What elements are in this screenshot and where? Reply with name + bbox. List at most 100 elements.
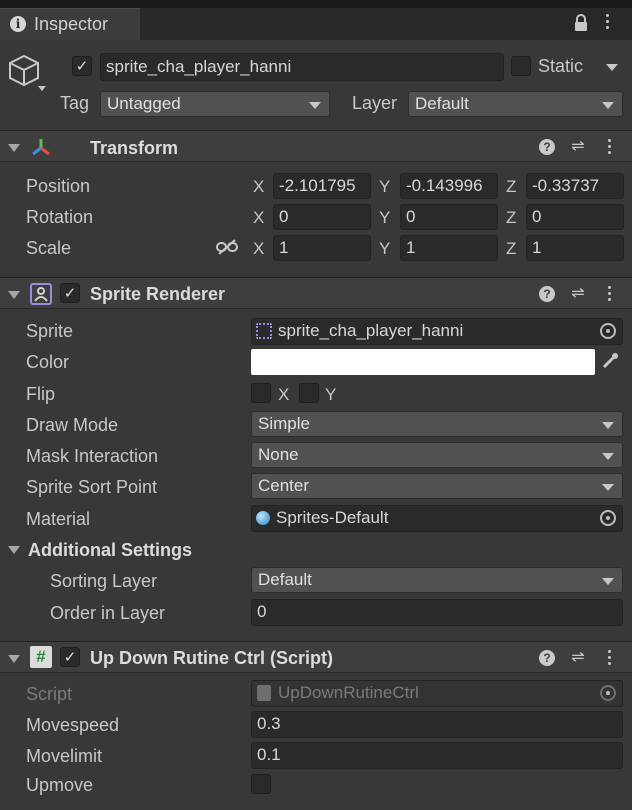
tab-menu-icon[interactable] xyxy=(606,14,610,30)
flip-y-checkbox[interactable] xyxy=(299,383,319,403)
axis-z-label[interactable]: Z xyxy=(506,177,516,197)
material-sphere-icon xyxy=(256,511,270,525)
movespeed-field[interactable]: 0.3 xyxy=(251,711,623,738)
eyedropper-icon[interactable] xyxy=(600,351,620,371)
axis-x-label[interactable]: X xyxy=(253,239,264,259)
lock-icon[interactable] xyxy=(573,14,589,32)
mask-interaction-label: Mask Interaction xyxy=(26,446,159,466)
chevron-down-icon xyxy=(602,484,614,491)
flip-label: Flip xyxy=(26,384,56,404)
position-label: Position xyxy=(26,176,91,196)
position-z-field[interactable]: -0.33737 xyxy=(526,173,624,199)
material-value: Sprites-Default xyxy=(276,508,389,527)
static-dropdown-icon[interactable] xyxy=(606,64,618,71)
transform-icon xyxy=(30,136,52,158)
axis-z-label[interactable]: Z xyxy=(506,208,516,228)
window-top-strip xyxy=(0,0,632,8)
mask-interaction-value: None xyxy=(258,445,299,464)
scale-x-field[interactable]: 1 xyxy=(273,235,371,261)
presets-icon[interactable]: ⇌ xyxy=(569,649,587,667)
info-icon: i xyxy=(10,16,26,32)
flip-x-label: X xyxy=(278,385,290,404)
script-file-icon xyxy=(257,685,271,701)
presets-icon[interactable]: ⇌ xyxy=(569,138,587,156)
object-picker-icon[interactable] xyxy=(600,510,616,526)
sorting-layer-dropdown[interactable]: Default xyxy=(251,567,623,593)
sprite-renderer-enabled-checkbox[interactable]: ✓ xyxy=(60,283,80,303)
additional-settings-title[interactable]: Additional Settings xyxy=(28,540,192,561)
presets-icon[interactable]: ⇌ xyxy=(569,285,587,303)
gameobject-icon xyxy=(8,52,48,92)
sprite-sort-point-label: Sprite Sort Point xyxy=(26,477,158,497)
position-y-field[interactable]: -0.143996 xyxy=(400,173,498,199)
active-checkbox[interactable]: ✓ xyxy=(72,56,92,76)
axis-y-label[interactable]: Y xyxy=(379,177,390,197)
chevron-down-icon xyxy=(602,578,614,585)
axis-z-label[interactable]: Z xyxy=(506,239,516,259)
sprite-label: Sprite xyxy=(26,321,74,341)
rotation-x-field[interactable]: 0 xyxy=(273,204,371,230)
axis-y-label[interactable]: Y xyxy=(379,239,390,259)
movelimit-field[interactable]: 0.1 xyxy=(251,742,623,769)
position-x-field[interactable]: -2.101795 xyxy=(273,173,371,199)
help-icon[interactable]: ? xyxy=(539,139,555,155)
chevron-down-icon xyxy=(602,102,614,109)
static-checkbox[interactable] xyxy=(511,56,531,76)
script-label: Script xyxy=(26,684,73,704)
layer-value: Default xyxy=(415,94,469,113)
script-component-fold-icon[interactable] xyxy=(8,655,20,663)
sorting-layer-value: Default xyxy=(258,570,312,589)
component-menu-icon[interactable] xyxy=(608,286,612,302)
tag-dropdown[interactable]: Untagged xyxy=(100,91,330,117)
help-icon[interactable]: ? xyxy=(539,650,555,666)
component-menu-icon[interactable] xyxy=(608,650,612,666)
movelimit-label: Movelimit xyxy=(26,746,103,766)
upmove-checkbox[interactable] xyxy=(251,774,271,794)
layer-label: Layer xyxy=(352,93,398,113)
transform-fold-icon[interactable] xyxy=(8,144,20,152)
object-name-field[interactable]: sprite_cha_player_hanni xyxy=(100,53,504,81)
rotation-y-field[interactable]: 0 xyxy=(400,204,498,230)
additional-settings-fold-icon[interactable] xyxy=(8,546,20,554)
script-enabled-checkbox[interactable]: ✓ xyxy=(60,647,80,667)
rotation-z-field[interactable]: 0 xyxy=(526,204,624,230)
scale-label: Scale xyxy=(26,238,72,258)
color-label: Color xyxy=(26,352,70,372)
component-menu-icon[interactable] xyxy=(608,139,612,155)
help-icon[interactable]: ? xyxy=(539,286,555,302)
sorting-layer-label: Sorting Layer xyxy=(50,571,158,591)
axis-x-label[interactable]: X xyxy=(253,177,264,197)
draw-mode-dropdown[interactable]: Simple xyxy=(251,411,623,437)
flip-y-label: Y xyxy=(325,385,337,404)
object-picker-icon xyxy=(600,685,616,701)
axis-x-label[interactable]: X xyxy=(253,208,264,228)
script-component-title: Up Down Rutine Ctrl (Script) xyxy=(90,648,333,668)
script-hash-icon: # xyxy=(30,646,52,668)
tag-value: Untagged xyxy=(107,94,181,113)
script-object-field: UpDownRutineCtrl xyxy=(251,680,623,707)
flip-x-checkbox[interactable] xyxy=(251,383,271,403)
sprite-object-field[interactable]: sprite_cha_player_hanni xyxy=(251,318,623,345)
axis-y-label[interactable]: Y xyxy=(379,208,390,228)
object-picker-icon[interactable] xyxy=(600,323,616,339)
chevron-down-icon xyxy=(602,453,614,460)
layer-dropdown[interactable]: Default xyxy=(408,91,623,117)
rotation-label: Rotation xyxy=(26,207,94,227)
script-value: UpDownRutineCtrl xyxy=(278,683,419,702)
scale-y-field[interactable]: 1 xyxy=(400,235,498,261)
tag-label: Tag xyxy=(60,93,90,113)
scale-z-field[interactable]: 1 xyxy=(526,235,624,261)
order-in-layer-field[interactable]: 0 xyxy=(251,599,623,626)
sprite-renderer-title: Sprite Renderer xyxy=(90,284,226,304)
material-label: Material xyxy=(26,509,91,529)
unlinked-scale-icon[interactable] xyxy=(216,238,238,256)
color-swatch[interactable] xyxy=(251,349,595,375)
material-object-field[interactable]: Sprites-Default xyxy=(251,505,623,532)
mask-interaction-dropdown[interactable]: None xyxy=(251,442,623,468)
sprite-asset-icon xyxy=(256,323,272,339)
transform-title: Transform xyxy=(90,138,179,158)
sprite-sort-point-dropdown[interactable]: Center xyxy=(251,473,623,499)
sprite-renderer-fold-icon[interactable] xyxy=(8,291,20,299)
draw-mode-value: Simple xyxy=(258,414,310,433)
chevron-down-icon xyxy=(602,422,614,429)
